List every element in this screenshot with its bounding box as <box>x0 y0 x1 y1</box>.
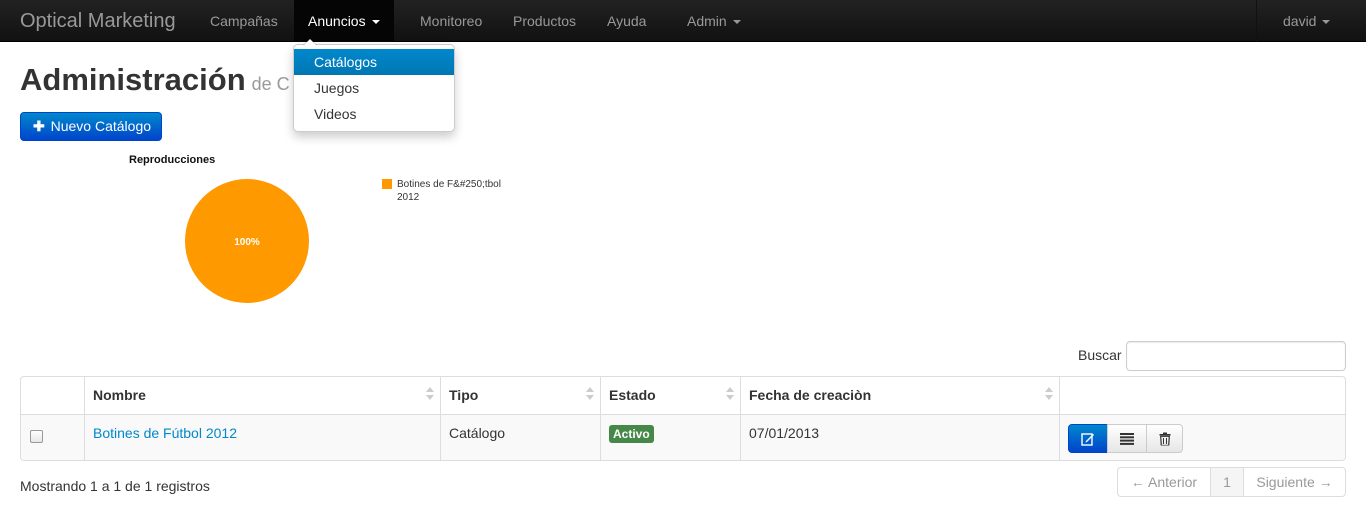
chart-title: Reproducciones <box>129 154 216 166</box>
dropdown-item-videos[interactable]: Videos <box>294 101 454 127</box>
nav-monitoreo[interactable]: Monitoreo <box>420 0 482 42</box>
cell-select <box>21 415 84 460</box>
nav-productos[interactable]: Productos <box>513 0 576 42</box>
table-row: Botines de Fútbol 2012 Catálogo Activo 0… <box>21 414 1345 460</box>
caret-down-icon <box>732 20 741 25</box>
header-tipo[interactable]: Tipo <box>440 377 600 414</box>
nav-anuncios[interactable]: Anuncios <box>294 0 394 42</box>
header-actions <box>1059 377 1345 414</box>
page-title-text: Administración <box>20 62 246 97</box>
row-checkbox[interactable] <box>30 430 43 443</box>
search-input[interactable] <box>1126 341 1346 371</box>
prev-page-button[interactable]: ← Anterior <box>1118 468 1211 496</box>
list-icon <box>1120 432 1134 445</box>
sort-icon <box>1045 387 1053 403</box>
catalog-table: Nombre Tipo Estado Fecha de creaciòn Bot… <box>20 376 1346 461</box>
pie-data-label: 100% <box>234 237 260 248</box>
header-select <box>21 377 84 414</box>
delete-button[interactable] <box>1146 424 1183 453</box>
dropdown-item-catalogos[interactable]: Catálogos <box>294 49 454 75</box>
page-number-1[interactable]: 1 <box>1211 468 1244 496</box>
header-nombre-label: Nombre <box>93 387 146 403</box>
nav-ayuda[interactable]: Ayuda <box>607 0 646 42</box>
caret-down-icon <box>1322 20 1331 25</box>
pagination: ← Anterior 1 Siguiente → <box>1117 467 1346 497</box>
header-estado-label: Estado <box>609 387 656 403</box>
table-info: Mostrando 1 a 1 de 1 registros <box>20 478 210 494</box>
header-estado[interactable]: Estado <box>600 377 740 414</box>
brand-logo[interactable]: Optical Marketing <box>20 10 176 33</box>
cell-tipo: Catálogo <box>440 415 600 460</box>
nav-campanas[interactable]: Campañas <box>210 0 278 42</box>
nav-admin[interactable]: Admin <box>687 0 741 42</box>
nav-divider <box>1256 0 1257 42</box>
cell-nombre: Botines de Fútbol 2012 <box>84 415 440 460</box>
search-label: Buscar <box>1078 347 1122 363</box>
new-catalog-label: Nuevo Catálogo <box>50 118 152 134</box>
edit-button[interactable] <box>1068 424 1108 453</box>
legend-label[interactable]: Botines de F&#250;tbol 2012 <box>397 178 517 204</box>
trash-icon <box>1159 432 1170 445</box>
header-tipo-label: Tipo <box>449 387 479 403</box>
next-page-button[interactable]: Siguiente → <box>1244 468 1345 496</box>
page-subtitle: de C <box>251 74 290 94</box>
table-header-row: Nombre Tipo Estado Fecha de creaciòn <box>21 377 1345 414</box>
legend-swatch <box>382 179 392 189</box>
cell-estado: Activo <box>600 415 740 460</box>
details-button[interactable] <box>1107 424 1147 453</box>
dropdown-item-juegos[interactable]: Juegos <box>294 75 454 101</box>
nav-anuncios-label: Anuncios <box>308 13 366 29</box>
header-nombre[interactable]: Nombre <box>84 377 440 414</box>
cell-actions <box>1059 415 1345 460</box>
anuncios-dropdown-menu: Catálogos Juegos Videos <box>293 38 455 132</box>
sort-icon <box>586 387 594 403</box>
nav-user-menu[interactable]: david <box>1283 0 1331 42</box>
plus-icon: ✚ <box>33 118 45 134</box>
page-title: Administración de C <box>20 62 290 98</box>
user-name: david <box>1283 13 1317 29</box>
header-fecha[interactable]: Fecha de creaciòn <box>740 377 1059 414</box>
catalog-name-link[interactable]: Botines de Fútbol 2012 <box>93 425 237 441</box>
edit-icon <box>1081 432 1094 446</box>
sort-icon <box>726 387 734 403</box>
sort-icon <box>426 387 434 403</box>
new-catalog-button[interactable]: ✚ Nuevo Catálogo <box>20 112 162 141</box>
status-badge: Activo <box>609 425 654 443</box>
header-fecha-label: Fecha de creaciòn <box>749 387 872 403</box>
top-navbar: Optical Marketing Campañas Anuncios Moni… <box>0 0 1366 42</box>
cell-fecha: 07/01/2013 <box>740 415 1059 460</box>
nav-admin-label: Admin <box>687 13 727 29</box>
caret-down-icon <box>371 20 380 25</box>
pie-chart: 100% <box>185 179 309 303</box>
